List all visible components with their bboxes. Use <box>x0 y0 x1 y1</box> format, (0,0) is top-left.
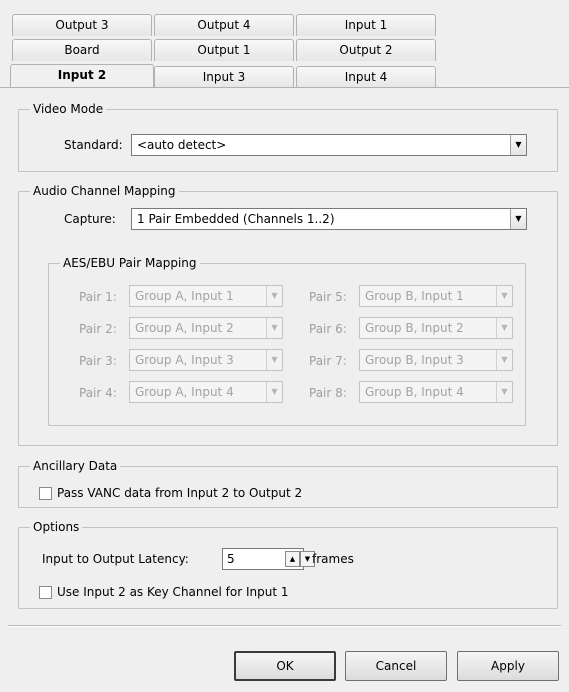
apply-label: Apply <box>491 659 525 673</box>
pair-8-select[interactable]: Group B, Input 4 ▼ <box>359 381 513 403</box>
latency-unit: frames <box>312 552 354 566</box>
pair-2-value: Group A, Input 2 <box>135 321 234 335</box>
pair-3-label: Pair 3: <box>79 354 117 368</box>
pair-4-select[interactable]: Group A, Input 4 ▼ <box>129 381 283 403</box>
pair-7-select[interactable]: Group B, Input 3 ▼ <box>359 349 513 371</box>
tab-output-2[interactable]: Output 2 <box>296 39 436 61</box>
latency-value: 5 <box>227 552 235 566</box>
capture-label: Capture: <box>64 212 116 226</box>
pair-4-label: Pair 4: <box>79 386 117 400</box>
chevron-down-icon[interactable]: ▼ <box>496 318 512 338</box>
chevron-down-icon[interactable]: ▼ <box>510 209 526 229</box>
standard-value: <auto detect> <box>137 138 227 152</box>
pair-7-value: Group B, Input 3 <box>365 353 464 367</box>
standard-label: Standard: <box>64 138 123 152</box>
tab-output-1[interactable]: Output 1 <box>154 39 294 61</box>
tab-input-4[interactable]: Input 4 <box>296 66 436 88</box>
pair-3-value: Group A, Input 3 <box>135 353 234 367</box>
pair-4-value: Group A, Input 4 <box>135 385 234 399</box>
pair-3-select[interactable]: Group A, Input 3 ▼ <box>129 349 283 371</box>
key-channel-checkbox[interactable] <box>39 586 52 599</box>
chevron-down-icon[interactable]: ▼ <box>510 135 526 155</box>
apply-button[interactable]: Apply <box>457 651 559 681</box>
tab-input-1[interactable]: Input 1 <box>296 14 436 36</box>
pair-1-select[interactable]: Group A, Input 1 ▼ <box>129 285 283 307</box>
pair-1-label: Pair 1: <box>79 290 117 304</box>
latency-label: Input to Output Latency: <box>42 552 189 566</box>
chevron-down-icon[interactable]: ▼ <box>266 286 282 306</box>
pair-5-select[interactable]: Group B, Input 1 ▼ <box>359 285 513 307</box>
pair-2-select[interactable]: Group A, Input 2 ▼ <box>129 317 283 339</box>
capture-value: 1 Pair Embedded (Channels 1..2) <box>137 212 335 226</box>
cancel-label: Cancel <box>375 659 417 673</box>
latency-spinner[interactable]: 5 ▲ ▼ <box>222 548 315 570</box>
cancel-button[interactable]: Cancel <box>345 651 447 681</box>
tab-output-3[interactable]: Output 3 <box>12 14 152 36</box>
ancillary-title: Ancillary Data <box>30 459 121 473</box>
button-separator <box>8 625 561 627</box>
pair-7-label: Pair 7: <box>309 354 347 368</box>
vanc-checkbox[interactable] <box>39 487 52 500</box>
tab-input-3[interactable]: Input 3 <box>154 66 294 88</box>
audio-mapping-title: Audio Channel Mapping <box>30 184 179 198</box>
video-mode-title: Video Mode <box>30 102 107 116</box>
pair-2-label: Pair 2: <box>79 322 117 336</box>
aes-ebu-title: AES/EBU Pair Mapping <box>60 256 200 270</box>
chevron-down-icon[interactable]: ▼ <box>266 382 282 402</box>
tab-baseline <box>0 87 569 88</box>
standard-select[interactable]: <auto detect> ▼ <box>131 134 527 156</box>
capture-select[interactable]: 1 Pair Embedded (Channels 1..2) ▼ <box>131 208 527 230</box>
chevron-down-icon[interactable]: ▼ <box>496 286 512 306</box>
chevron-down-icon[interactable]: ▼ <box>496 350 512 370</box>
tab-board[interactable]: Board <box>12 39 152 61</box>
tab-input-2[interactable]: Input 2 <box>10 64 154 88</box>
vanc-label[interactable]: Pass VANC data from Input 2 to Output 2 <box>57 485 302 501</box>
pair-1-value: Group A, Input 1 <box>135 289 234 303</box>
pair-6-select[interactable]: Group B, Input 2 ▼ <box>359 317 513 339</box>
chevron-down-icon[interactable]: ▼ <box>266 350 282 370</box>
pair-5-label: Pair 5: <box>309 290 347 304</box>
key-channel-label[interactable]: Use Input 2 as Key Channel for Input 1 <box>57 584 288 600</box>
spin-up-icon[interactable]: ▲ <box>285 551 300 567</box>
options-title: Options <box>30 520 83 534</box>
pair-6-label: Pair 6: <box>309 322 347 336</box>
ok-label: OK <box>276 659 294 673</box>
ok-button[interactable]: OK <box>234 651 336 681</box>
pair-8-value: Group B, Input 4 <box>365 385 464 399</box>
tab-output-4[interactable]: Output 4 <box>154 14 294 36</box>
pair-5-value: Group B, Input 1 <box>365 289 464 303</box>
chevron-down-icon[interactable]: ▼ <box>266 318 282 338</box>
chevron-down-icon[interactable]: ▼ <box>496 382 512 402</box>
pair-6-value: Group B, Input 2 <box>365 321 464 335</box>
pair-8-label: Pair 8: <box>309 386 347 400</box>
